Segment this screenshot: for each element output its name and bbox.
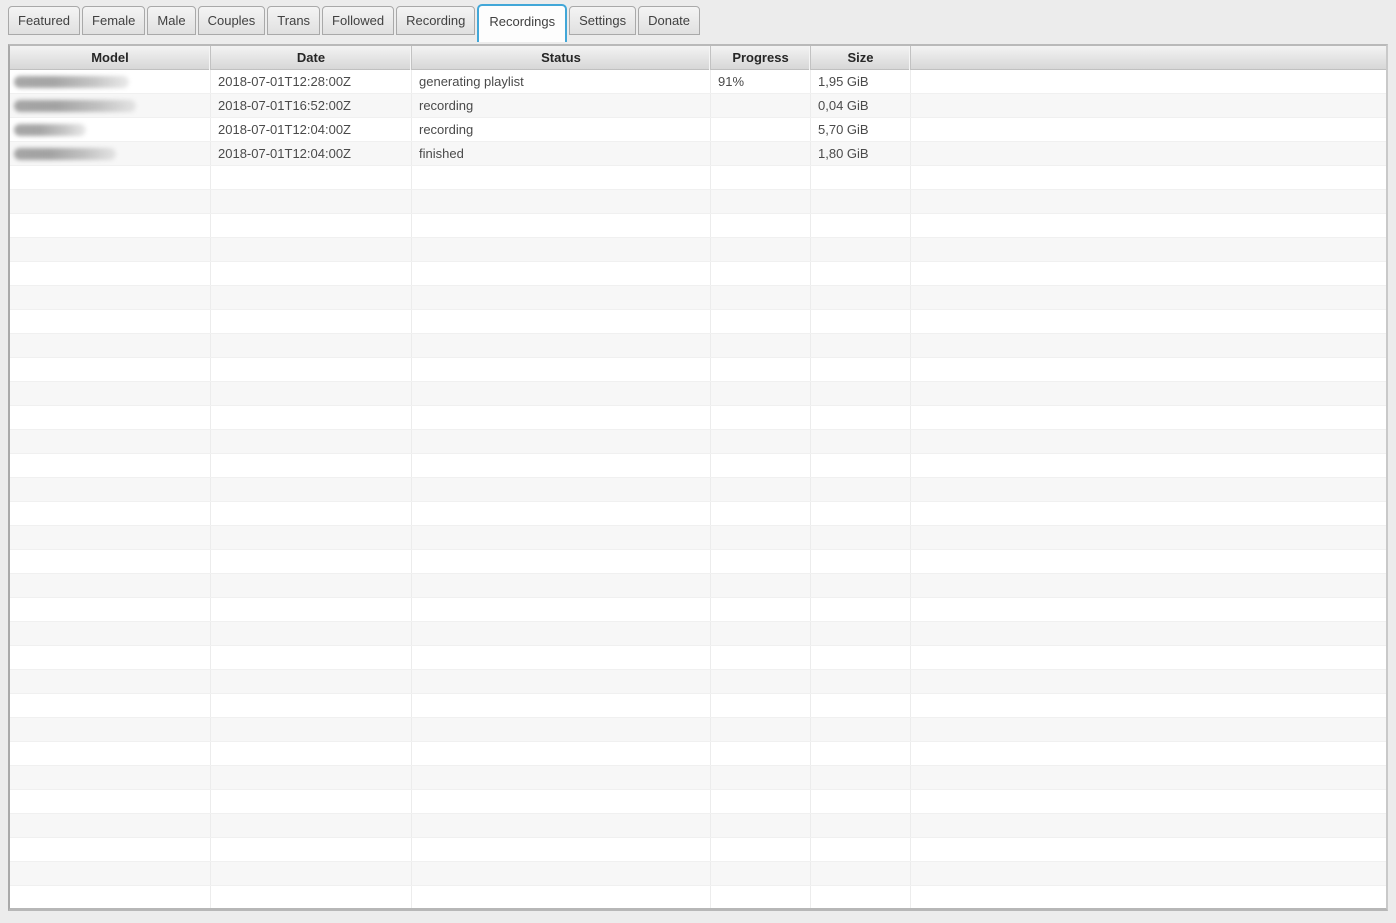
cell-model <box>10 94 211 117</box>
tab-followed[interactable]: Followed <box>322 6 394 35</box>
cell-size: 1,95 GiB <box>811 70 911 93</box>
empty-table-row <box>10 406 1386 430</box>
table-row[interactable]: 2018-07-01T16:52:00Z recording 0,04 GiB <box>10 94 1386 118</box>
cell-date: 2018-07-01T12:04:00Z <box>211 118 412 141</box>
cell-model <box>10 70 211 93</box>
empty-table-row <box>10 214 1386 238</box>
cell-size: 0,04 GiB <box>811 94 911 117</box>
empty-table-row <box>10 862 1386 886</box>
empty-table-row <box>10 382 1386 406</box>
table-body: 2018-07-01T12:28:00Z generating playlist… <box>10 70 1386 909</box>
empty-table-row <box>10 334 1386 358</box>
column-header-filler <box>911 46 1386 70</box>
tab-donate[interactable]: Donate <box>638 6 700 35</box>
cell-progress <box>711 142 811 165</box>
cell-size: 1,80 GiB <box>811 142 911 165</box>
empty-table-row <box>10 838 1386 862</box>
cell-status: recording <box>412 118 711 141</box>
empty-table-row <box>10 358 1386 382</box>
empty-table-row <box>10 598 1386 622</box>
cell-model <box>10 118 211 141</box>
empty-table-row <box>10 742 1386 766</box>
table-row[interactable]: 2018-07-01T12:04:00Z finished 1,80 GiB <box>10 142 1386 166</box>
empty-table-row <box>10 430 1386 454</box>
empty-table-row <box>10 886 1386 909</box>
recordings-table: Model Date Status Progress Size 2018-07-… <box>8 44 1388 911</box>
redacted-model-name <box>14 76 129 88</box>
tab-couples[interactable]: Couples <box>198 6 266 35</box>
tab-recording[interactable]: Recording <box>396 6 475 35</box>
tab-settings[interactable]: Settings <box>569 6 636 35</box>
tab-bar: Featured Female Male Couples Trans Follo… <box>0 0 1396 42</box>
empty-table-row <box>10 550 1386 574</box>
column-header-model[interactable]: Model <box>10 46 211 70</box>
empty-table-row <box>10 814 1386 838</box>
cell-status: generating playlist <box>412 70 711 93</box>
empty-table-row <box>10 790 1386 814</box>
empty-table-row <box>10 502 1386 526</box>
table-header-row: Model Date Status Progress Size <box>10 46 1386 70</box>
empty-table-row <box>10 166 1386 190</box>
cell-date: 2018-07-01T12:28:00Z <box>211 70 412 93</box>
empty-table-row <box>10 310 1386 334</box>
table-row[interactable]: 2018-07-01T12:28:00Z generating playlist… <box>10 70 1386 94</box>
cell-filler <box>911 142 1386 165</box>
empty-table-row <box>10 646 1386 670</box>
empty-table-row <box>10 718 1386 742</box>
tab-male[interactable]: Male <box>147 6 195 35</box>
empty-table-row <box>10 238 1386 262</box>
empty-table-row <box>10 766 1386 790</box>
empty-table-row <box>10 670 1386 694</box>
empty-table-row <box>10 190 1386 214</box>
table-row[interactable]: 2018-07-01T12:04:00Z recording 5,70 GiB <box>10 118 1386 142</box>
cell-status: recording <box>412 94 711 117</box>
empty-table-row <box>10 574 1386 598</box>
tab-trans[interactable]: Trans <box>267 6 320 35</box>
column-header-status[interactable]: Status <box>412 46 711 70</box>
tab-recordings[interactable]: Recordings <box>477 4 567 42</box>
redacted-model-name <box>14 100 136 112</box>
cell-date: 2018-07-01T12:04:00Z <box>211 142 412 165</box>
cell-status: finished <box>412 142 711 165</box>
column-header-date[interactable]: Date <box>211 46 412 70</box>
empty-table-row <box>10 526 1386 550</box>
redacted-model-name <box>14 148 116 160</box>
cell-filler <box>911 94 1386 117</box>
cell-progress <box>711 118 811 141</box>
cell-progress: 91% <box>711 70 811 93</box>
empty-table-row <box>10 454 1386 478</box>
cell-filler <box>911 118 1386 141</box>
empty-table-row <box>10 478 1386 502</box>
column-header-progress[interactable]: Progress <box>711 46 811 70</box>
cell-model <box>10 142 211 165</box>
empty-table-row <box>10 286 1386 310</box>
cell-filler <box>911 70 1386 93</box>
redacted-model-name <box>14 124 86 136</box>
column-header-size[interactable]: Size <box>811 46 911 70</box>
empty-table-row <box>10 622 1386 646</box>
cell-date: 2018-07-01T16:52:00Z <box>211 94 412 117</box>
cell-size: 5,70 GiB <box>811 118 911 141</box>
tab-female[interactable]: Female <box>82 6 145 35</box>
cell-progress <box>711 94 811 117</box>
empty-table-row <box>10 262 1386 286</box>
tab-featured[interactable]: Featured <box>8 6 80 35</box>
empty-table-row <box>10 694 1386 718</box>
